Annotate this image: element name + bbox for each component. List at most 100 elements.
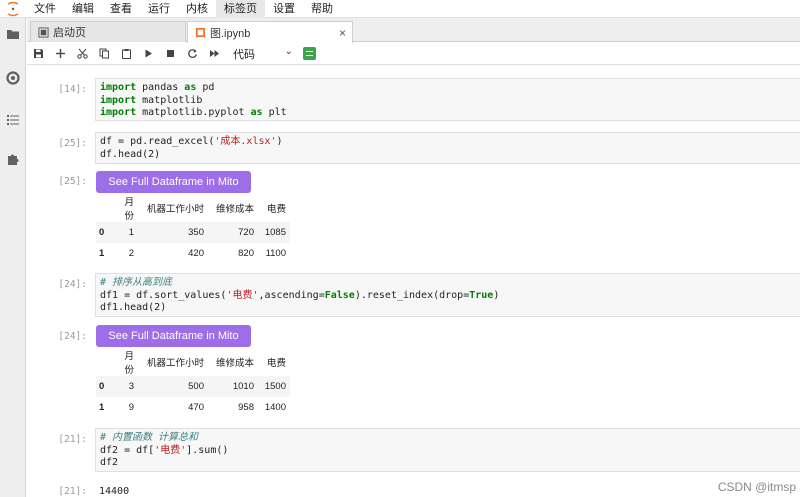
code-cell-sort-values[interactable]: # 排序从高到底 df1 = df.sort_values('电费',ascen… xyxy=(95,273,800,317)
restart-button[interactable] xyxy=(181,44,203,64)
toc-list-icon[interactable] xyxy=(5,112,21,128)
menu-kernel[interactable]: 内核 xyxy=(178,0,216,18)
code-cell-read-excel[interactable]: df = pd.read_excel('成本.xlsx') df.head(2) xyxy=(95,132,800,164)
column-header: 机器工作小时 xyxy=(146,358,204,369)
menu-view[interactable]: 查看 xyxy=(102,0,140,18)
tab-notebook[interactable]: 图.ipynb × xyxy=(187,21,353,43)
table-cell: 1400 xyxy=(264,402,286,413)
table-cell: 9 xyxy=(128,402,134,413)
table-cell: 500 xyxy=(188,381,204,392)
table-row: 1 9 470 958 1400 xyxy=(96,397,290,418)
extension-puzzle-icon[interactable] xyxy=(5,151,21,167)
code-token: '电费' xyxy=(154,444,187,456)
code-token: '电费' xyxy=(226,289,259,301)
menu-help[interactable]: 帮助 xyxy=(303,0,341,18)
table-row: 1 2 420 820 1100 xyxy=(96,243,290,264)
output-prompt: [25]: xyxy=(58,176,87,187)
menu-run[interactable]: 运行 xyxy=(140,0,178,18)
cut-button[interactable] xyxy=(71,44,93,64)
refresh-icon xyxy=(187,49,197,59)
table-cell: 1100 xyxy=(265,248,286,259)
code-token: ].sum() xyxy=(186,444,229,456)
menu-tabs[interactable]: 标签页 xyxy=(216,0,265,18)
table-cell: 420 xyxy=(188,248,204,259)
scissors-icon xyxy=(76,48,88,59)
tab-launcher-label: 启动页 xyxy=(53,27,86,39)
notebook-panel: [14]: import pandas as pd import matplot… xyxy=(27,66,800,497)
menu-settings[interactable]: 设置 xyxy=(265,0,303,18)
code-token: df2 xyxy=(100,457,119,468)
column-header: 月份 xyxy=(124,197,134,222)
table-cell: 1085 xyxy=(264,227,286,238)
interrupt-button[interactable] xyxy=(159,44,181,64)
table-cell: 350 xyxy=(188,227,204,238)
code-token: df1.head(2) xyxy=(100,302,167,313)
cell-prompt: [21]: xyxy=(58,434,87,445)
code-token: matplotlib xyxy=(136,94,203,106)
column-header: 电费 xyxy=(266,204,286,215)
notebook-toolbar: 代码 ⌄ xyxy=(27,43,800,65)
table-cell: 3 xyxy=(128,381,134,392)
cell-type-select[interactable]: 代码 ⌄ xyxy=(233,45,295,63)
clipboard-icon xyxy=(121,49,131,59)
code-token: pd xyxy=(196,82,215,93)
table-cell: 820 xyxy=(238,248,254,259)
code-cell-imports[interactable]: import pandas as pd import matplotlib im… xyxy=(95,78,800,121)
mito-sheet-icon[interactable] xyxy=(303,47,316,60)
code-token: ) xyxy=(276,136,283,147)
code-token: df = pd.read_excel( xyxy=(100,136,215,147)
menu-bar: 文件 编辑 查看 运行 内核 标签页 设置 帮助 xyxy=(0,0,800,18)
table-row: 0 1 350 720 1085 xyxy=(96,222,290,243)
code-token: ,ascending= xyxy=(258,289,325,301)
code-token: ) xyxy=(493,289,500,301)
run-all-button[interactable] xyxy=(203,44,225,64)
sum-output: 14400 xyxy=(99,486,130,497)
code-token: import xyxy=(100,107,137,118)
fast-forward-icon xyxy=(209,50,219,57)
code-token: True xyxy=(469,289,494,301)
save-icon xyxy=(33,49,43,58)
menu-file[interactable]: 文件 xyxy=(26,0,64,18)
table-cell: 1 xyxy=(128,227,134,238)
see-full-dataframe-button[interactable]: See Full Dataframe in Mito xyxy=(96,325,251,347)
menu-edit[interactable]: 编辑 xyxy=(64,0,102,18)
column-header: 维修成本 xyxy=(215,358,254,369)
code-token: import xyxy=(100,94,137,106)
output-prompt: [24]: xyxy=(58,331,87,342)
code-comment: # 排序从高到底 xyxy=(100,277,173,288)
copy-button[interactable] xyxy=(93,44,115,64)
notebook-icon xyxy=(194,27,206,39)
row-index: 0 xyxy=(99,227,105,238)
tab-notebook-label: 图.ipynb xyxy=(210,27,251,40)
table-row: 0 3 500 1010 1500 xyxy=(96,376,290,397)
folder-icon[interactable] xyxy=(5,26,21,42)
chevron-down-icon: ⌄ xyxy=(284,45,293,57)
code-cell-sum[interactable]: # 内置函数 计算总和 df2 = df['电费'].sum() df2 xyxy=(95,428,800,472)
cell-prompt: [25]: xyxy=(58,138,87,149)
table-cell: 1500 xyxy=(264,381,286,392)
code-token: plt xyxy=(262,107,287,118)
tab-launcher[interactable]: 启动页 xyxy=(30,21,186,42)
row-index: 1 xyxy=(99,402,105,413)
table-cell: 470 xyxy=(188,402,204,413)
stop-icon xyxy=(166,50,174,57)
copy-icon xyxy=(99,48,109,59)
paste-button[interactable] xyxy=(115,44,137,64)
close-tab-icon[interactable]: × xyxy=(339,26,346,40)
table-cell: 2 xyxy=(128,248,134,259)
running-icon[interactable] xyxy=(5,70,21,86)
see-full-dataframe-button[interactable]: See Full Dataframe in Mito xyxy=(96,171,251,193)
jupyterlab-window: 文件 编辑 查看 运行 内核 标签页 设置 帮助 启动页 图.ipynb × 代… xyxy=(0,0,800,497)
save-button[interactable] xyxy=(27,44,49,64)
table-cell: 720 xyxy=(238,227,254,238)
column-header xyxy=(96,194,118,222)
code-token: '成本.xlsx' xyxy=(214,136,277,147)
column-header xyxy=(96,348,118,376)
run-button[interactable] xyxy=(137,44,159,64)
code-token: df.head(2) xyxy=(100,148,161,160)
plus-icon xyxy=(55,49,65,58)
code-token: df2 = df[ xyxy=(100,444,155,456)
output-prompt: [21]: xyxy=(58,486,87,497)
insert-cell-button[interactable] xyxy=(49,44,71,64)
code-token: df1 = df.sort_values( xyxy=(100,289,227,301)
